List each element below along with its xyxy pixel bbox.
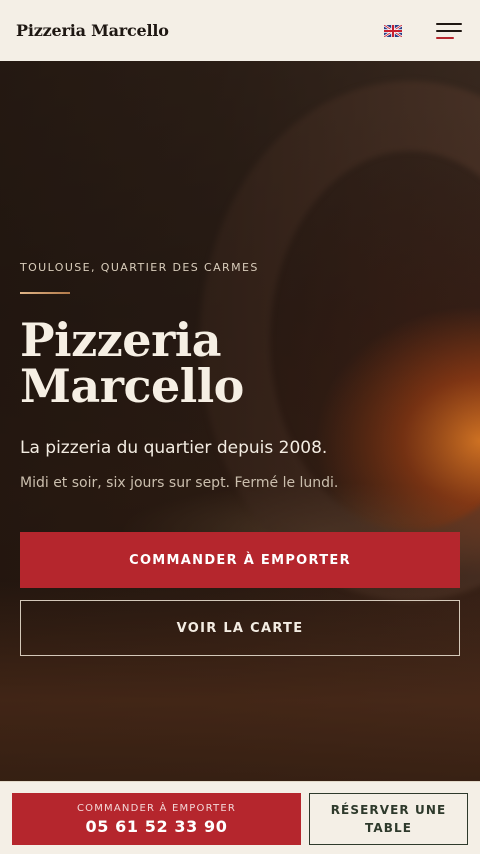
hamburger-menu-icon[interactable] [436,22,462,40]
hero-title: Pizzeria Marcello [20,317,460,409]
hero-eyebrow: TOULOUSE, QUARTIER DES CARMES [20,261,259,274]
reserve-table-button[interactable]: RÉSERVER UNE TABLE [309,793,468,845]
call-to-order-button[interactable]: COMMANDER À EMPORTER 05 61 52 33 90 [12,793,301,845]
brand-logo[interactable]: Pizzeria Marcello [16,21,169,40]
header-actions [384,22,462,40]
hero-divider [20,292,70,294]
hero-section: TOULOUSE, QUARTIER DES CARMES Pizzeria M… [0,61,480,781]
view-menu-button[interactable]: VOIR LA CARTE [20,600,460,656]
sticky-bottom-bar: COMMANDER À EMPORTER 05 61 52 33 90 RÉSE… [0,781,480,854]
hero-tagline: La pizzeria du quartier depuis 2008. [20,438,328,458]
call-to-order-label: COMMANDER À EMPORTER [76,802,237,814]
order-takeaway-button[interactable]: COMMANDER À EMPORTER [20,532,460,588]
phone-number: 05 61 52 33 90 [85,816,228,836]
uk-flag-icon[interactable] [384,24,402,37]
hero-title-line-2: Marcello [20,359,244,413]
site-header: Pizzeria Marcello [0,0,480,61]
hero-hours: Midi et soir, six jours sur sept. Fermé … [20,475,339,491]
